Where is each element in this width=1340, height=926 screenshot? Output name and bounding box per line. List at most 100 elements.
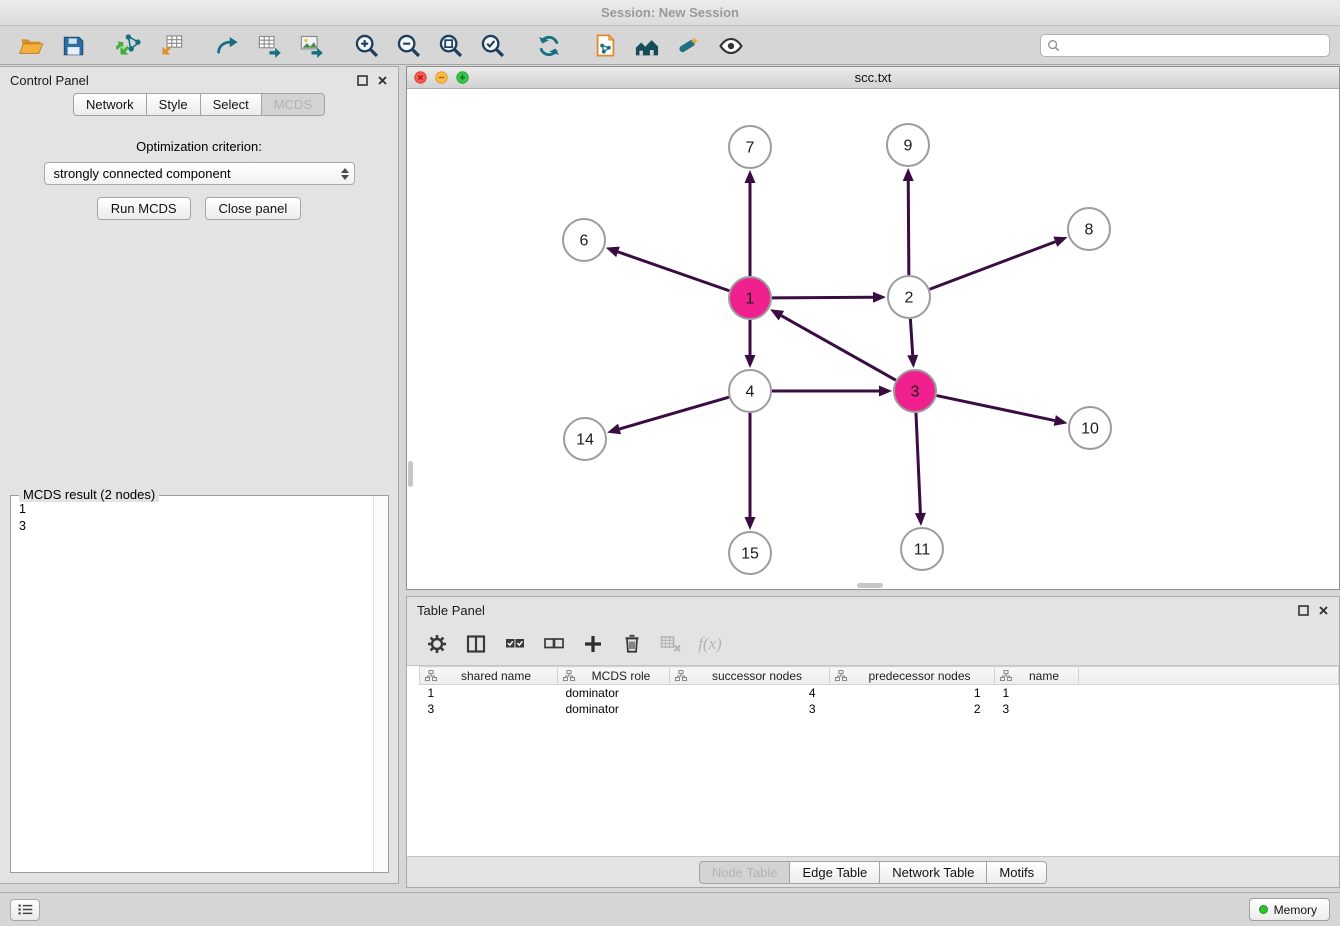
- svg-text:3: 3: [911, 384, 920, 401]
- svg-text:15: 15: [741, 546, 759, 563]
- horizontal-scrollbar-handle[interactable]: [857, 583, 883, 588]
- export-network-button[interactable]: [206, 30, 248, 62]
- tab-style[interactable]: Style: [146, 93, 201, 116]
- svg-text:10: 10: [1081, 421, 1099, 438]
- tab-mcds[interactable]: MCDS: [261, 93, 325, 116]
- float-table-panel-button[interactable]: [1298, 605, 1309, 616]
- graph-node-8[interactable]: 8: [1068, 208, 1110, 250]
- graph-edge-3-11[interactable]: [915, 413, 926, 526]
- graph-node-3[interactable]: 3: [894, 370, 936, 412]
- graph-edge-3-1[interactable]: [770, 309, 896, 380]
- close-window-button[interactable]: [414, 71, 427, 84]
- tab-network[interactable]: Network: [73, 93, 147, 116]
- apply-layout-button[interactable]: [528, 30, 570, 62]
- column-header-shared-name[interactable]: shared name: [420, 667, 558, 685]
- save-session-button[interactable]: [52, 30, 94, 62]
- network-view-window: scc.txt: [406, 66, 1340, 590]
- table-row[interactable]: 1dominator411: [420, 685, 1339, 701]
- graph-edge-1-4[interactable]: [745, 320, 756, 368]
- minimize-window-button[interactable]: [435, 71, 448, 84]
- svg-text:4: 4: [746, 384, 755, 401]
- show-columns-button[interactable]: [462, 630, 490, 658]
- tab-select[interactable]: Select: [200, 93, 262, 116]
- network-window-title: scc.txt: [407, 70, 1339, 85]
- graph-node-11[interactable]: 11: [901, 528, 943, 570]
- export-image-button[interactable]: [290, 30, 332, 62]
- export-image-icon: [298, 32, 325, 59]
- graph-edge-2-9[interactable]: [903, 168, 914, 275]
- table-cell: 1: [420, 685, 558, 701]
- memory-button[interactable]: Memory: [1249, 898, 1330, 921]
- column-header-MCDS-role[interactable]: MCDS role: [558, 667, 670, 685]
- minimize-traffic-icon: [435, 71, 448, 84]
- table-toolbar: f(x): [407, 623, 1339, 665]
- graph-node-15[interactable]: 15: [729, 532, 771, 574]
- close-panel-button[interactable]: [377, 75, 388, 86]
- svg-text:14: 14: [576, 432, 594, 449]
- delete-table-button[interactable]: [657, 630, 685, 658]
- graph-node-6[interactable]: 6: [563, 219, 605, 261]
- graph-edge-1-2[interactable]: [772, 292, 886, 303]
- export-table-button[interactable]: [248, 30, 290, 62]
- paint-filter-button[interactable]: [668, 30, 710, 62]
- table-cell: 3: [420, 701, 558, 717]
- zoom-fit-icon: [437, 32, 465, 60]
- panel-menu-button[interactable]: [10, 899, 40, 921]
- delete-column-button[interactable]: [618, 630, 646, 658]
- zoom-in-button[interactable]: [346, 30, 388, 62]
- show-hide-button[interactable]: [710, 30, 752, 62]
- graph-node-9[interactable]: 9: [887, 124, 929, 166]
- graph-node-10[interactable]: 10: [1069, 407, 1111, 449]
- import-network-button[interactable]: [108, 30, 150, 62]
- table-settings-button[interactable]: [423, 630, 451, 658]
- run-mcds-button[interactable]: Run MCDS: [97, 197, 191, 220]
- graph-edge-2-3[interactable]: [907, 319, 918, 368]
- zoom-window-button[interactable]: [456, 71, 469, 84]
- graph-edge-2-8[interactable]: [930, 237, 1068, 290]
- open-file-button[interactable]: [10, 30, 52, 62]
- table-panel-tabs: Node TableEdge TableNetwork TableMotifs: [699, 861, 1047, 884]
- first-neighbors-button[interactable]: [626, 30, 668, 62]
- close-panel-action-button[interactable]: Close panel: [205, 197, 302, 220]
- graph-edge-1-6[interactable]: [606, 247, 730, 291]
- graph-node-7[interactable]: 7: [729, 126, 771, 168]
- close-table-panel-button[interactable]: [1318, 605, 1329, 616]
- search-input[interactable]: [1064, 39, 1323, 53]
- network-canvas[interactable]: 7 9 6 8 1 2 4 3 14 10 15 11: [407, 89, 1339, 589]
- graph-edge-4-14[interactable]: [607, 397, 729, 434]
- zoom-fit-button[interactable]: [430, 30, 472, 62]
- network-from-document-button[interactable]: [584, 30, 626, 62]
- zoom-selected-button[interactable]: [472, 30, 514, 62]
- result-scrollbar[interactable]: [373, 496, 388, 872]
- table-tab-edge-table[interactable]: Edge Table: [789, 861, 880, 884]
- deselect-all-columns-button[interactable]: [540, 630, 568, 658]
- table-tab-motifs[interactable]: Motifs: [986, 861, 1047, 884]
- memory-label: Memory: [1274, 903, 1317, 917]
- graph-edge-4-3[interactable]: [772, 386, 892, 397]
- float-panel-button[interactable]: [357, 75, 368, 86]
- table-cell: dominator: [558, 701, 670, 717]
- graph-node-2[interactable]: 2: [888, 276, 930, 318]
- graph-edge-1-7[interactable]: [745, 170, 756, 276]
- zoom-out-button[interactable]: [388, 30, 430, 62]
- criterion-select[interactable]: strongly connected component: [44, 162, 355, 185]
- function-builder-button[interactable]: f(x): [696, 630, 724, 658]
- graph-node-4[interactable]: 4: [729, 370, 771, 412]
- column-header-successor-nodes[interactable]: successor nodes: [670, 667, 830, 685]
- column-header-predecessor-nodes[interactable]: predecessor nodes: [830, 667, 995, 685]
- svg-text:2: 2: [905, 290, 914, 307]
- create-column-button[interactable]: [579, 630, 607, 658]
- column-header-name[interactable]: name: [995, 667, 1079, 685]
- graph-edge-4-15[interactable]: [745, 413, 756, 530]
- vertical-scrollbar-handle[interactable]: [408, 461, 413, 487]
- select-all-columns-button[interactable]: [501, 630, 529, 658]
- graph-node-1[interactable]: 1: [729, 277, 771, 319]
- table-tab-network-table[interactable]: Network Table: [879, 861, 987, 884]
- mcds-result-item: 3: [19, 518, 380, 535]
- table-tab-node-table[interactable]: Node Table: [699, 861, 791, 884]
- graph-edge-3-10[interactable]: [937, 396, 1068, 426]
- eye-icon: [717, 32, 745, 60]
- graph-node-14[interactable]: 14: [564, 418, 606, 460]
- table-row[interactable]: 3dominator323: [420, 701, 1339, 717]
- import-table-button[interactable]: [150, 30, 192, 62]
